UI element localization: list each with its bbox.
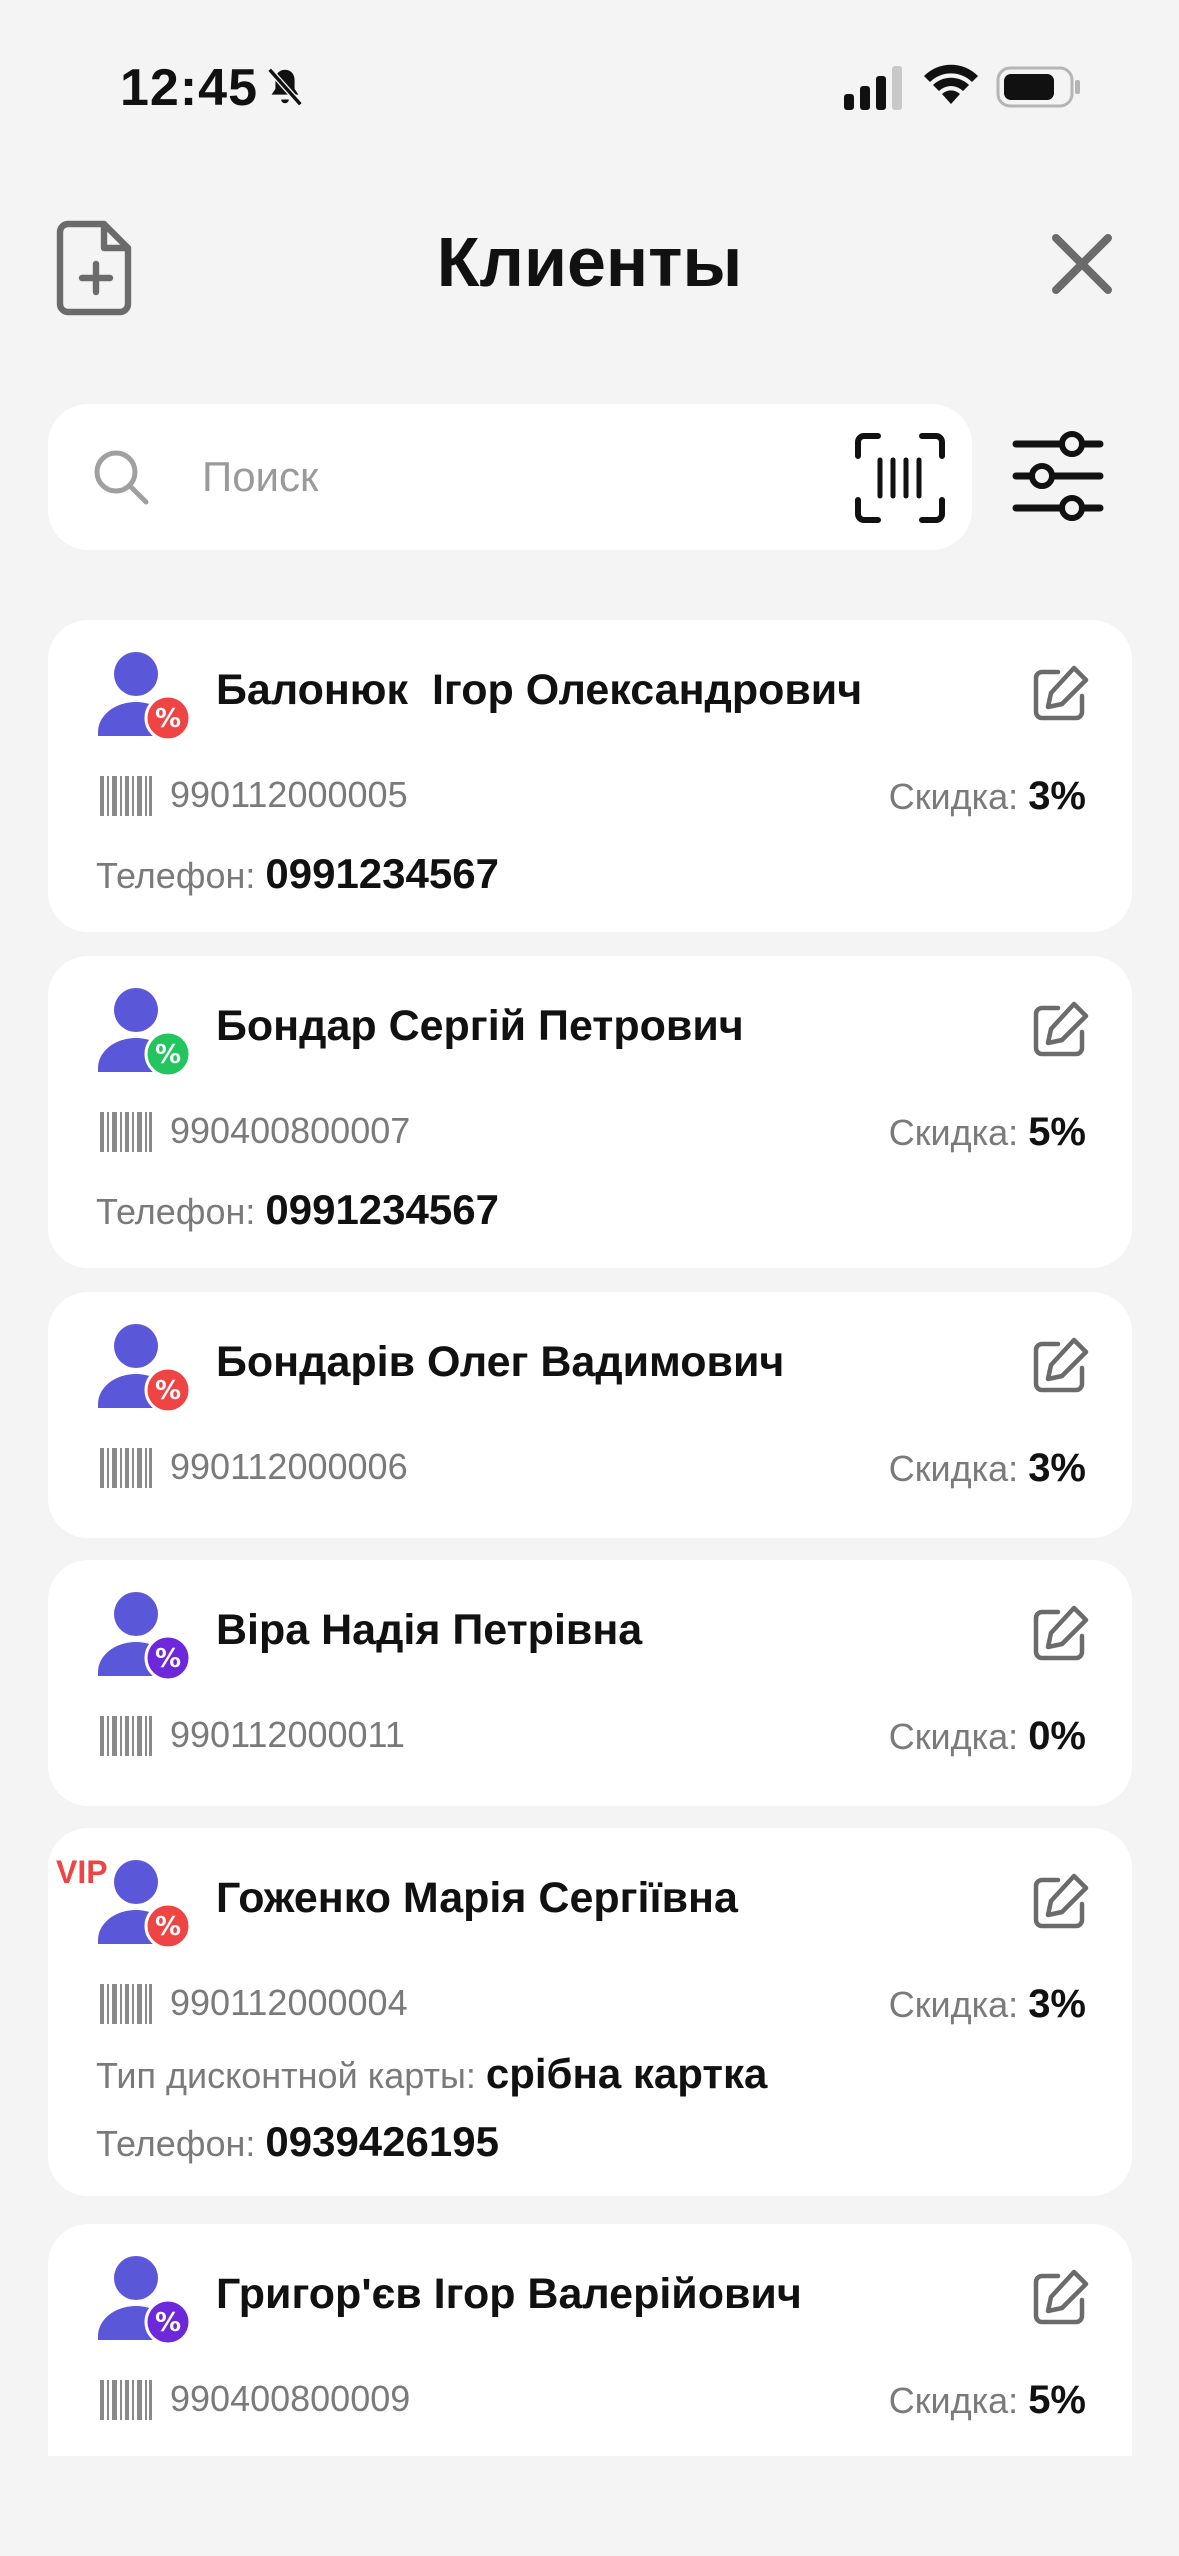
edit-icon[interactable] <box>1028 2266 1092 2330</box>
bell-muted-icon <box>267 67 303 107</box>
client-card[interactable]: VIP % Гоженко Марія Сергіївна 9901120000… <box>48 1828 1132 2196</box>
client-card[interactable]: % Віра Надія Петрівна 990112000011 Скидк… <box>48 1560 1132 1806</box>
edit-icon[interactable] <box>1028 662 1092 726</box>
card-type-value: срібна картка <box>485 2050 768 2097</box>
svg-text:%: % <box>155 1040 181 1070</box>
wifi-icon <box>924 64 978 104</box>
status-time: 12:45 <box>120 59 258 117</box>
client-discount: Скидка: 3% <box>889 1982 1086 2027</box>
client-discount: Скидка: 5% <box>889 2378 1086 2423</box>
client-discount: Скидка: 3% <box>889 774 1086 819</box>
client-card[interactable]: % Балонюк Ігор Олександрович 99011200000… <box>48 620 1132 932</box>
client-name: Балонюк Ігор Олександрович <box>216 666 863 714</box>
phone-value: 0939426195 <box>265 2118 499 2165</box>
client-card[interactable]: % Григор'єв Ігор Валерійович 99040080000… <box>48 2224 1132 2456</box>
header: Клиенты <box>0 200 1179 330</box>
client-avatar-icon: % <box>98 652 192 742</box>
search-icon <box>94 450 149 505</box>
client-name: Віра Надія Петрівна <box>216 1606 643 1654</box>
client-phone: Телефон: 0939426195 <box>96 2118 499 2166</box>
client-name: Бондар Сергій Петрович <box>216 1002 744 1050</box>
client-avatar-icon: % <box>98 1860 192 1950</box>
battery-icon <box>996 66 1080 108</box>
barcode-icon <box>100 1984 152 2024</box>
barcode-icon <box>100 1716 152 1756</box>
discount-label: Скидка: <box>888 1448 1019 1489</box>
phone-value: 0991234567 <box>265 850 499 897</box>
discount-label: Скидка: <box>888 1984 1019 2025</box>
edit-icon[interactable] <box>1028 1602 1092 1666</box>
client-phone: Телефон: 0991234567 <box>96 850 499 898</box>
client-avatar-icon: % <box>98 1592 192 1682</box>
search-input[interactable] <box>202 442 862 512</box>
discount-label: Скидка: <box>888 1716 1019 1757</box>
svg-text:%: % <box>155 1912 181 1942</box>
barcode-icon <box>100 1448 152 1488</box>
svg-text:%: % <box>155 704 181 734</box>
client-barcode: 990112000005 <box>170 774 408 815</box>
phone-label: Телефон: <box>96 2123 256 2164</box>
status-bar: 12:45 <box>0 0 1179 160</box>
client-phone: Телефон: 0991234567 <box>96 1186 499 1234</box>
discount-label: Скидка: <box>888 2380 1019 2421</box>
phone-label: Телефон: <box>96 1191 256 1232</box>
client-avatar-icon: % <box>98 1324 192 1414</box>
discount-value: 3% <box>1028 1446 1086 1490</box>
client-avatar-icon: % <box>98 988 192 1078</box>
edit-icon[interactable] <box>1028 1870 1092 1934</box>
client-barcode: 990400800007 <box>170 1110 411 1151</box>
client-barcode: 990112000004 <box>170 1982 408 2023</box>
edit-icon[interactable] <box>1028 1334 1092 1398</box>
cellular-signal-icon <box>844 66 902 110</box>
discount-value: 3% <box>1028 1982 1086 2026</box>
client-name: Григор'єв Ігор Валерійович <box>216 2270 802 2318</box>
barcode-icon <box>100 1112 152 1152</box>
discount-label: Скидка: <box>888 776 1019 817</box>
discount-value: 5% <box>1028 1110 1086 1154</box>
svg-text:%: % <box>155 1644 181 1674</box>
search-box <box>48 404 972 550</box>
barcode-scan-icon[interactable] <box>852 430 948 526</box>
phone-label: Телефон: <box>96 855 256 896</box>
barcode-icon <box>100 776 152 816</box>
close-icon[interactable] <box>1046 228 1118 300</box>
client-discount: Скидка: 0% <box>889 1714 1086 1759</box>
barcode-icon <box>100 2380 152 2420</box>
edit-icon[interactable] <box>1028 998 1092 1062</box>
filter-sliders-icon[interactable] <box>1012 426 1104 526</box>
client-card[interactable]: % Бондар Сергій Петрович 990400800007 Ск… <box>48 956 1132 1268</box>
discount-value: 0% <box>1028 1714 1086 1758</box>
client-name: Бондарів Олег Вадимович <box>216 1338 785 1386</box>
client-list: % Балонюк Ігор Олександрович 99011200000… <box>48 620 1132 2456</box>
client-avatar-icon: % <box>98 2256 192 2346</box>
svg-text:%: % <box>155 2308 181 2338</box>
client-barcode: 990112000006 <box>170 1446 408 1487</box>
client-barcode: 990400800009 <box>170 2378 411 2419</box>
discount-value: 3% <box>1028 774 1086 818</box>
client-card[interactable]: % Бондарів Олег Вадимович 990112000006 С… <box>48 1292 1132 1538</box>
page-title: Клиенты <box>436 223 743 301</box>
client-name: Гоженко Марія Сергіївна <box>216 1874 738 1922</box>
client-card-type: Тип дисконтной карты: срібна картка <box>96 2050 767 2098</box>
card-type-label: Тип дисконтной карты: <box>96 2055 476 2096</box>
client-discount: Скидка: 5% <box>889 1110 1086 1155</box>
discount-value: 5% <box>1028 2378 1086 2422</box>
discount-label: Скидка: <box>888 1112 1019 1153</box>
client-barcode: 990112000011 <box>170 1714 405 1755</box>
client-discount: Скидка: 3% <box>889 1446 1086 1491</box>
svg-text:%: % <box>155 1376 181 1406</box>
phone-value: 0991234567 <box>265 1186 499 1233</box>
